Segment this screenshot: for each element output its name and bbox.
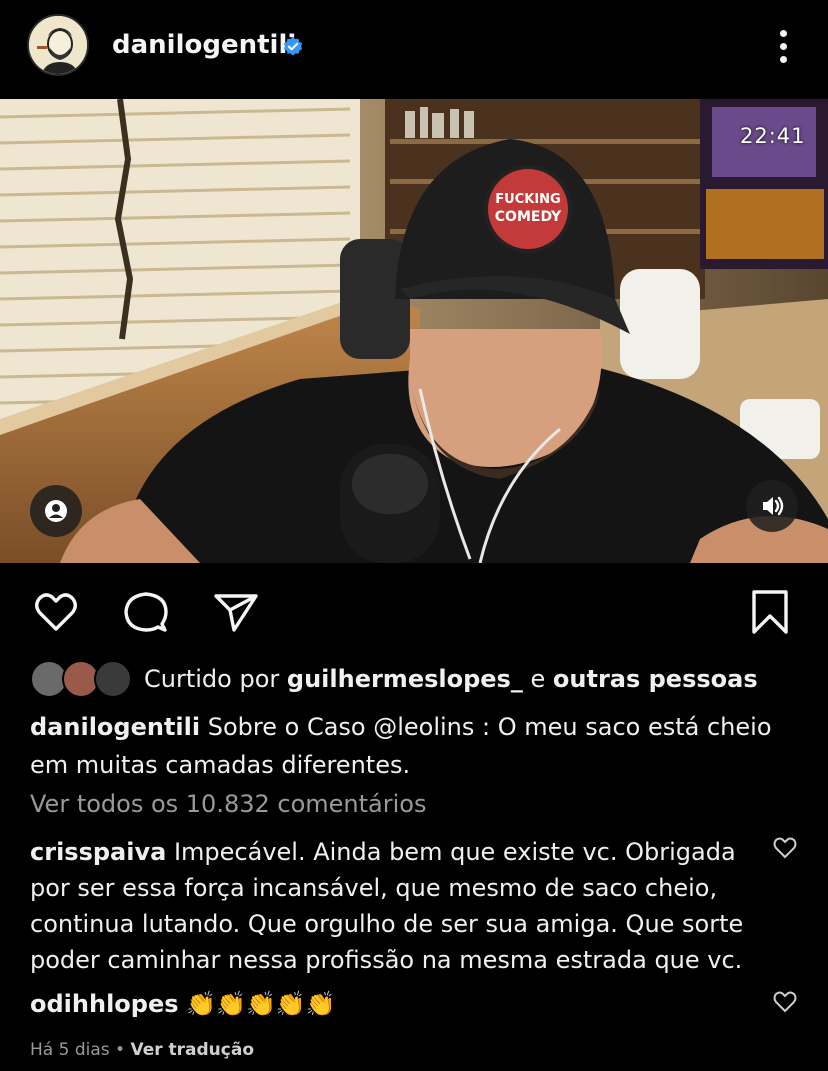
comment-like-heart-icon[interactable] [772, 835, 798, 861]
post-header: danilogentili [0, 0, 828, 96]
post-meta: Há 5 dias • Ver tradução [30, 1040, 254, 1060]
post-actions [0, 580, 828, 640]
post-author-username[interactable]: danilogentili [112, 30, 296, 60]
svg-text:FUCKING: FUCKING [495, 192, 560, 207]
verified-badge-icon [283, 36, 303, 56]
post-caption: danilogentili Sobre o Caso @leolins : O … [30, 708, 810, 784]
comment-item: crisspaiva Impecável. Ainda bem que exis… [30, 834, 750, 978]
profile-avatar[interactable] [27, 14, 89, 76]
comment-username[interactable]: crisspaiva [30, 838, 166, 866]
heart-icon[interactable] [32, 588, 80, 636]
likes-joiner: e [530, 665, 546, 693]
more-options-icon[interactable] [770, 26, 798, 66]
bookmark-icon[interactable] [746, 588, 794, 636]
post-time-ago: Há 5 dias [30, 1040, 110, 1060]
view-all-comments-link[interactable]: Ver todos os 10.832 comentários [30, 790, 426, 818]
likes-others[interactable]: outras pessoas [553, 665, 758, 693]
comment-item: odihhlopes 👏👏👏👏👏 [30, 986, 750, 1022]
svg-text:COMEDY: COMEDY [495, 209, 562, 225]
meta-separator: • [115, 1040, 126, 1060]
video-frame: FUCKING COMEDY [0, 99, 828, 563]
volume-icon [763, 496, 784, 516]
comment-like-heart-icon[interactable] [772, 989, 798, 1015]
liker-avatar [94, 660, 132, 698]
volume-button[interactable] [746, 480, 798, 532]
likes-summary[interactable]: Curtido por guilhermeslopes_ e outras pe… [30, 660, 810, 700]
likes-prefix: Curtido por [144, 665, 280, 693]
likes-text: Curtido por guilhermeslopes_ e outras pe… [144, 665, 758, 693]
comment-username[interactable]: odihhlopes [30, 990, 179, 1018]
comment-icon[interactable] [122, 588, 170, 636]
send-icon[interactable] [212, 588, 260, 636]
post-video[interactable]: FUCKING COMEDY [0, 99, 828, 563]
user-tag-button[interactable] [30, 485, 82, 537]
comment-text: 👏👏👏👏👏 [186, 990, 336, 1018]
video-timestamp: 22:41 [740, 124, 806, 148]
liker-username[interactable]: guilhermeslopes_ [287, 665, 523, 693]
caption-username[interactable]: danilogentili [30, 713, 200, 741]
translate-link[interactable]: Ver tradução [130, 1040, 254, 1060]
user-tag-icon [45, 500, 67, 522]
